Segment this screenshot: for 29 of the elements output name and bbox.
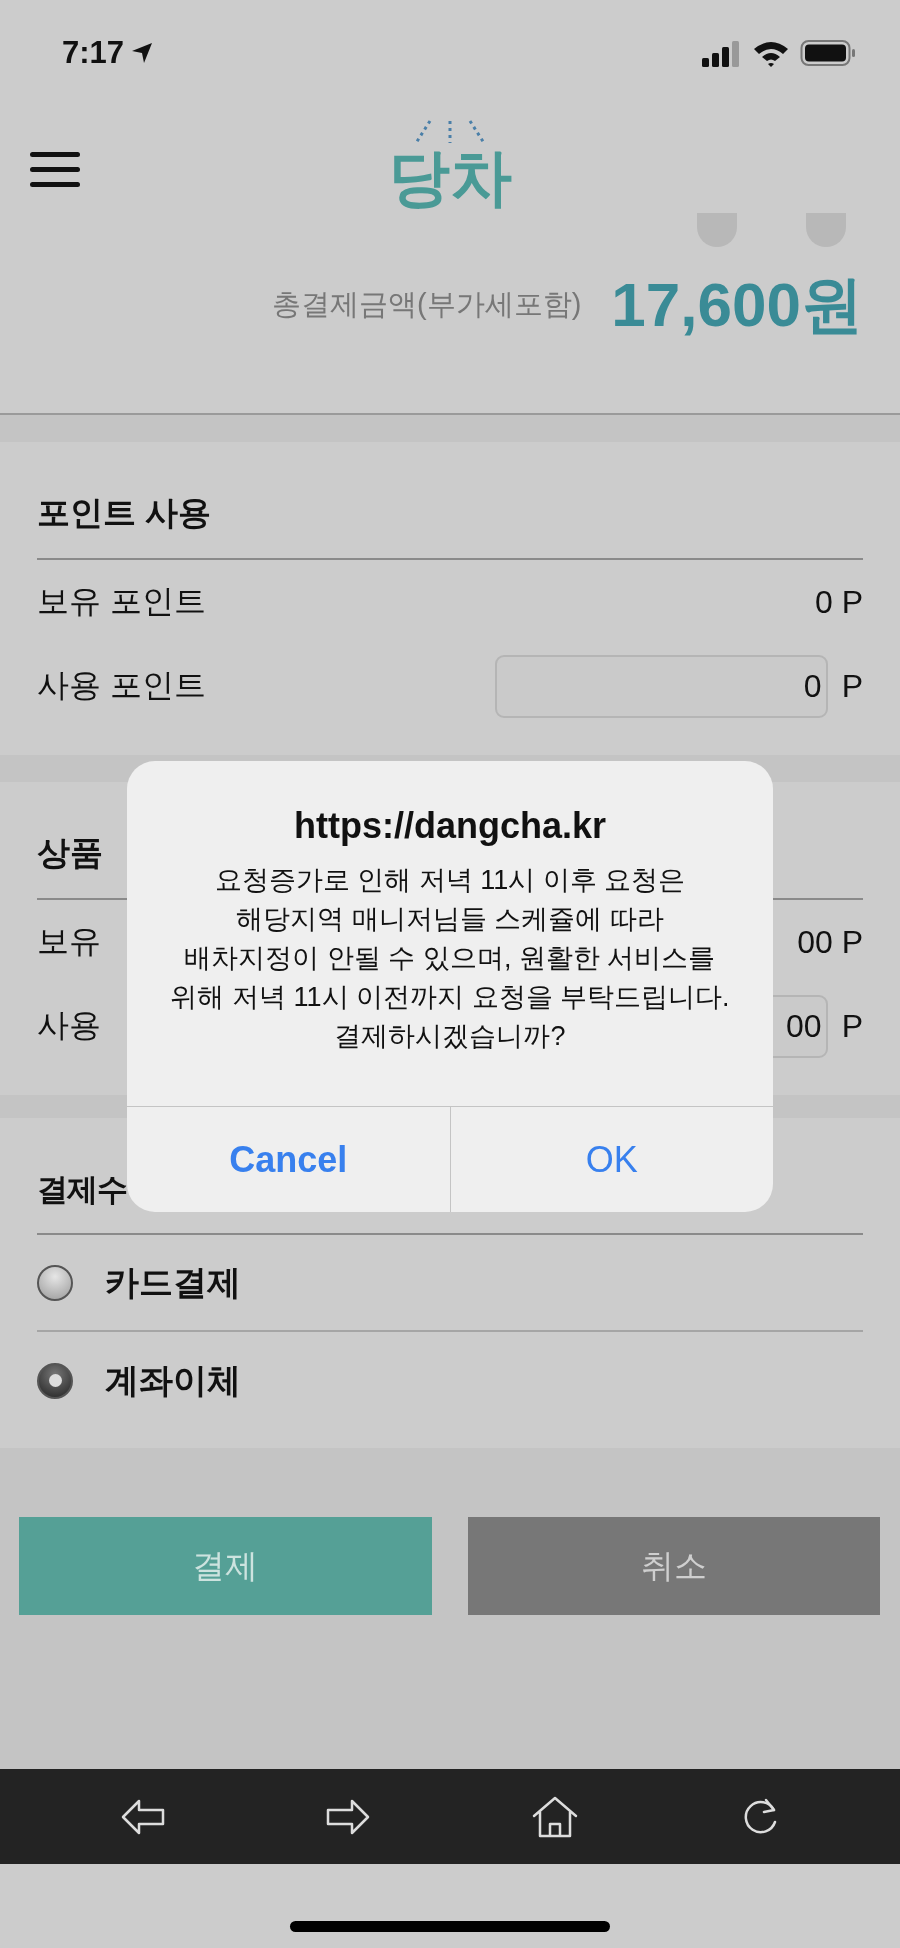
clock-time: 7:17 <box>62 34 125 71</box>
menu-icon[interactable] <box>30 150 80 190</box>
cancel-button[interactable]: 취소 <box>467 1517 880 1615</box>
forward-icon[interactable] <box>325 1797 370 1836</box>
dialog-title: https://dangcha.kr <box>294 805 606 847</box>
input-field[interactable]: 0 <box>494 654 828 718</box>
back-icon[interactable] <box>120 1797 165 1836</box>
row-value: 00 P <box>797 923 863 961</box>
row-label: 사용 포인트 <box>37 666 206 705</box>
row-label: 보유 포인트 <box>37 582 206 621</box>
option-label[interactable]: 카드결제 <box>105 1259 241 1306</box>
total-label: 총결제금액(부가세포함) <box>272 287 582 322</box>
row-label: 보유 <box>37 922 101 961</box>
radio-button[interactable] <box>37 1264 73 1301</box>
pay-button[interactable]: 결제 <box>19 1517 432 1615</box>
logo[interactable]: 당차 <box>388 147 512 209</box>
unit-label: P <box>841 667 863 705</box>
row-value: 0 P <box>814 583 863 621</box>
option-label[interactable]: 계좌이체 <box>105 1357 241 1404</box>
row-label: 사용 <box>37 1006 101 1045</box>
total-amount: 17,600원 <box>611 269 863 341</box>
section-title: 포인트 사용 <box>37 442 863 560</box>
home-icon[interactable] <box>530 1795 579 1838</box>
signal-icon <box>702 38 742 67</box>
location-arrow-icon <box>130 40 155 65</box>
battery-icon <box>800 38 856 67</box>
unit-label: P <box>841 1007 863 1045</box>
radio-button[interactable] <box>37 1362 73 1399</box>
ok-button[interactable]: OK <box>449 1107 773 1212</box>
